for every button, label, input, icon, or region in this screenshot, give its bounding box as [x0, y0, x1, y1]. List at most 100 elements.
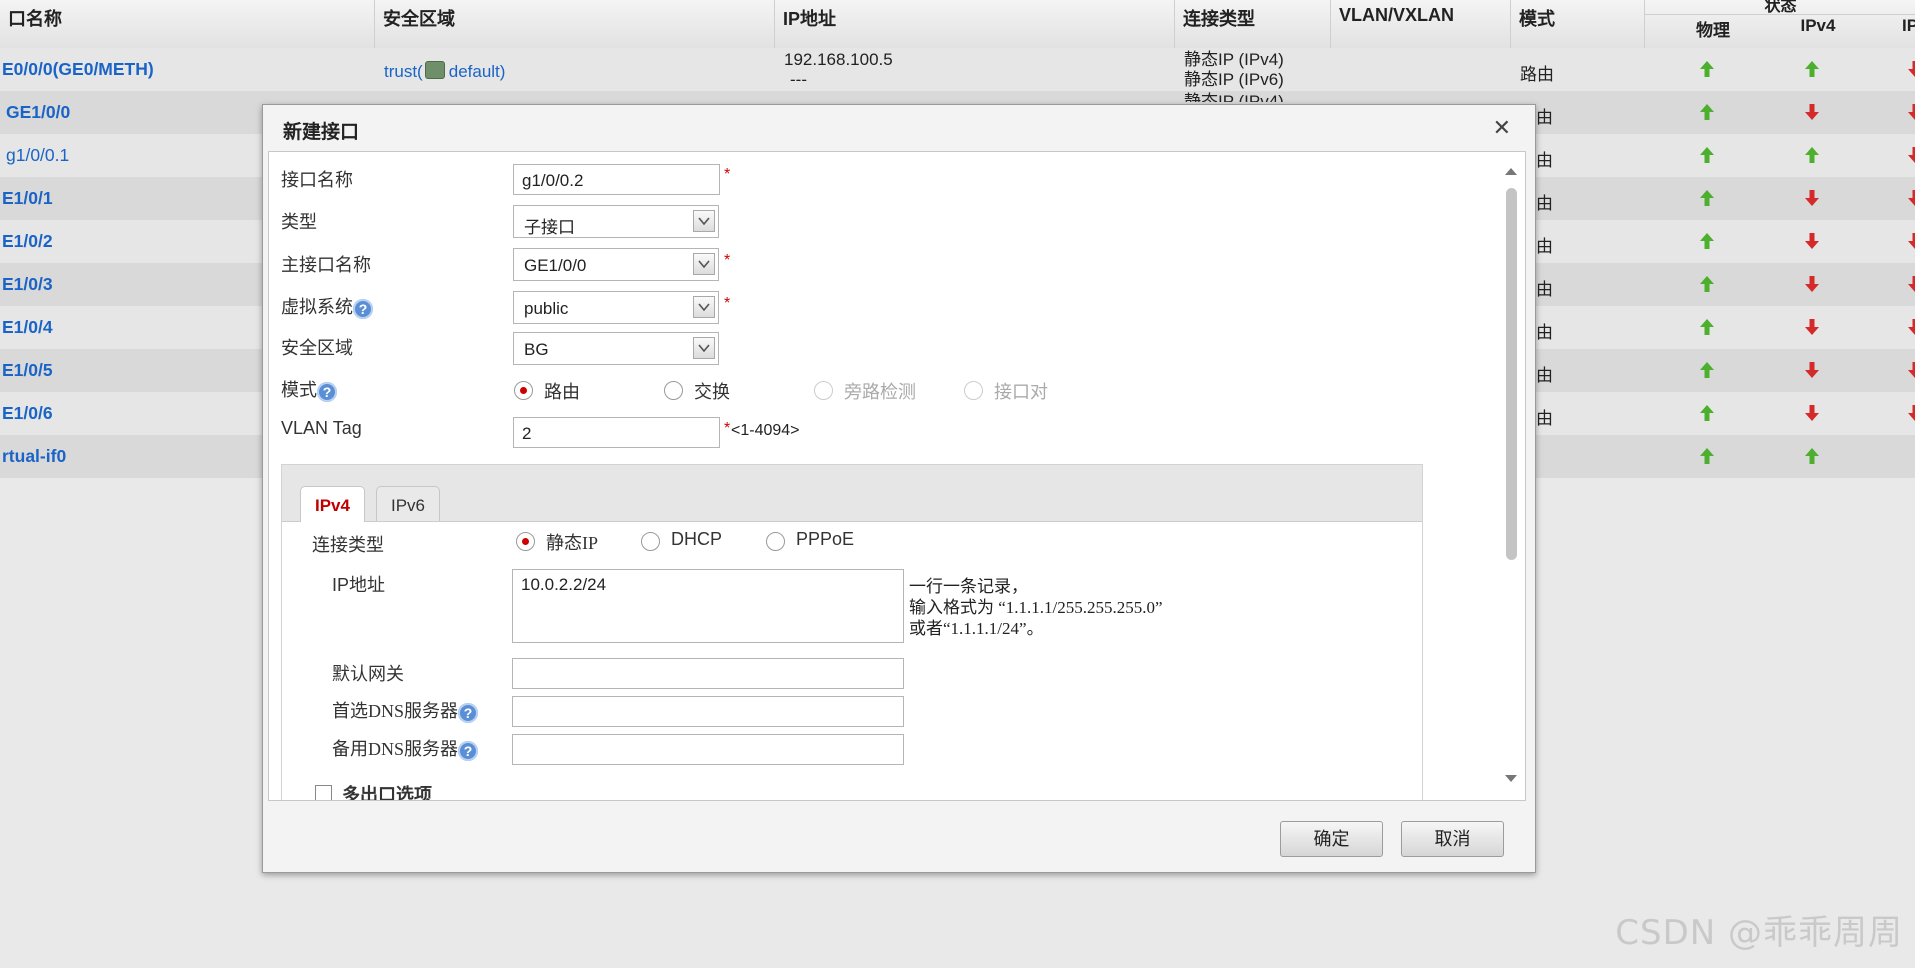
- interface-name-link[interactable]: rtual-if0: [2, 446, 66, 467]
- dns2-input[interactable]: [512, 734, 904, 765]
- zone-link[interactable]: trust(default): [384, 61, 505, 82]
- arrow-up-icon: [1698, 275, 1716, 293]
- conn-dhcp-label[interactable]: DHCP: [671, 529, 722, 550]
- interface-name-link[interactable]: E1/0/1: [2, 188, 53, 209]
- arrow-down-icon: [1803, 404, 1821, 422]
- ip-format-hint-2: 输入格式为 “1.1.1.1/255.255.255.0”: [909, 598, 1163, 617]
- arrow-down-icon: [1906, 275, 1915, 293]
- dns1-input[interactable]: [512, 696, 904, 727]
- gateway-input[interactable]: [512, 658, 904, 689]
- arrow-up-icon: [1698, 318, 1716, 336]
- dns2-label: 备用DNS服务器?: [332, 735, 479, 761]
- form-scrollbar[interactable]: [1503, 166, 1519, 796]
- help-icon[interactable]: ?: [353, 298, 373, 319]
- ip-address-textarea[interactable]: 10.0.2.2/24: [512, 569, 904, 643]
- mode-radio-switch[interactable]: [664, 381, 683, 400]
- mode-radio-pair: [964, 381, 983, 400]
- tab-ipv6[interactable]: IPv6: [376, 486, 441, 521]
- conn-type-partial: 静态IP (IPv4): [1184, 92, 1284, 102]
- close-icon[interactable]: ✕: [1493, 115, 1511, 141]
- scroll-thumb[interactable]: [1506, 188, 1517, 560]
- interface-name-link[interactable]: g1/0/0.1: [6, 145, 69, 166]
- mode-cell: 由: [1536, 108, 1553, 127]
- arrow-down-icon: [1906, 60, 1915, 78]
- interface-name-link[interactable]: E0/0/0(GE0/METH): [2, 59, 154, 80]
- arrow-up-icon: [1803, 447, 1821, 465]
- arrow-down-icon: [1803, 103, 1821, 121]
- col-conn-header[interactable]: 连接类型: [1174, 0, 1330, 48]
- mode-switch-label[interactable]: 交换: [694, 378, 730, 404]
- chevron-down-icon[interactable]: [693, 296, 715, 318]
- tab-ipv4[interactable]: IPv4: [300, 486, 365, 522]
- conn-type-v6: 静态IP (IPv6): [1184, 70, 1284, 89]
- vlan-range-hint: <1-4094>: [731, 422, 800, 439]
- help-icon[interactable]: ?: [458, 740, 479, 761]
- zone-value: BG: [524, 340, 549, 359]
- cancel-button[interactable]: 取消: [1401, 821, 1504, 857]
- arrow-up-icon: [1698, 189, 1716, 207]
- arrow-down-icon: [1906, 146, 1915, 164]
- status-phys-label: 物理: [1696, 21, 1730, 40]
- vsys-label: 虚拟系统?: [281, 293, 373, 319]
- conn-radio-pppoe[interactable]: [766, 532, 785, 551]
- conn-type-label: 连接类型: [312, 535, 384, 555]
- mode-cell: 由: [1536, 409, 1553, 428]
- arrow-up-icon: [1698, 404, 1716, 422]
- vlan-tag-input[interactable]: 2: [513, 417, 720, 448]
- required-mark: *: [724, 420, 731, 437]
- arrow-down-icon: [1906, 103, 1915, 121]
- col-name-header[interactable]: 口名称: [0, 0, 374, 48]
- help-icon[interactable]: ?: [317, 381, 337, 402]
- interface-name-link[interactable]: E1/0/5: [2, 360, 53, 381]
- col-vlan-header[interactable]: VLAN/VXLAN: [1330, 0, 1510, 48]
- dialog-form: 接口名称 g1/0/0.2 * 类型 子接口 主接口名称 GE1/0/0 * 虚…: [268, 151, 1526, 801]
- dns2-label-text: 备用DNS服务器: [332, 739, 459, 759]
- chevron-down-icon[interactable]: [693, 253, 715, 275]
- conn-static-label[interactable]: 静态IP: [546, 529, 598, 555]
- parent-if-select[interactable]: GE1/0/0: [513, 248, 719, 281]
- multi-egress-checkbox[interactable]: [315, 785, 332, 800]
- required-mark: *: [724, 295, 731, 312]
- arrow-up-icon: [1698, 103, 1716, 121]
- chevron-down-icon[interactable]: [693, 210, 715, 232]
- conn-pppoe-label[interactable]: PPPoE: [796, 529, 854, 550]
- arrow-up-icon: [1698, 447, 1716, 465]
- vsys-select[interactable]: public: [513, 291, 719, 324]
- col-zone-label: 安全区域: [383, 9, 455, 29]
- if-name-input[interactable]: g1/0/0.2: [513, 164, 720, 195]
- table-row[interactable]: E0/0/0(GE0/METH) trust(default) 192.168.10…: [0, 48, 1915, 91]
- scroll-up-icon[interactable]: [1504, 166, 1518, 176]
- table-header: 口名称 安全区域 IP地址 连接类型 VLAN/VXLAN 模式 状态 物理 I…: [0, 0, 1915, 49]
- interface-name-link[interactable]: GE1/0/0: [6, 102, 70, 123]
- interface-name-link[interactable]: E1/0/3: [2, 274, 53, 295]
- col-ip-header[interactable]: IP地址: [774, 0, 1174, 48]
- col-mode-header[interactable]: 模式: [1510, 0, 1644, 48]
- mode-cell: 由: [1536, 366, 1553, 385]
- mode-cell: 由: [1536, 151, 1553, 170]
- mode-pair-label: 接口对: [994, 382, 1048, 402]
- mode-label: 模式?: [281, 376, 337, 402]
- chevron-down-icon[interactable]: [693, 337, 715, 359]
- interface-name-link[interactable]: E1/0/4: [2, 317, 53, 338]
- mode-route-label[interactable]: 路由: [544, 378, 580, 404]
- interface-name-link[interactable]: E1/0/6: [2, 403, 53, 424]
- conn-type-v4: 静态IP (IPv4): [1184, 50, 1284, 69]
- interface-name-link[interactable]: E1/0/2: [2, 231, 53, 252]
- status-ipv6-label: IP: [1901, 16, 1915, 35]
- col-mode-label: 模式: [1519, 9, 1555, 29]
- conn-radio-dhcp[interactable]: [641, 532, 660, 551]
- required-mark: *: [724, 166, 731, 183]
- ok-button[interactable]: 确定: [1280, 821, 1383, 857]
- conn-radio-static[interactable]: [516, 532, 535, 551]
- arrow-down-icon: [1906, 189, 1915, 207]
- multi-egress-label[interactable]: 多出口选项: [342, 781, 432, 800]
- type-select[interactable]: 子接口: [513, 205, 719, 238]
- ip-value-v6: ---: [790, 70, 807, 89]
- mode-radio-bypass: [814, 381, 833, 400]
- help-icon[interactable]: ?: [458, 702, 479, 723]
- scroll-down-icon[interactable]: [1504, 774, 1518, 784]
- zone-select[interactable]: BG: [513, 332, 719, 365]
- col-zone-header[interactable]: 安全区域: [374, 0, 774, 48]
- mode-radio-route[interactable]: [514, 381, 533, 400]
- type-select-value: 子接口: [524, 218, 575, 237]
